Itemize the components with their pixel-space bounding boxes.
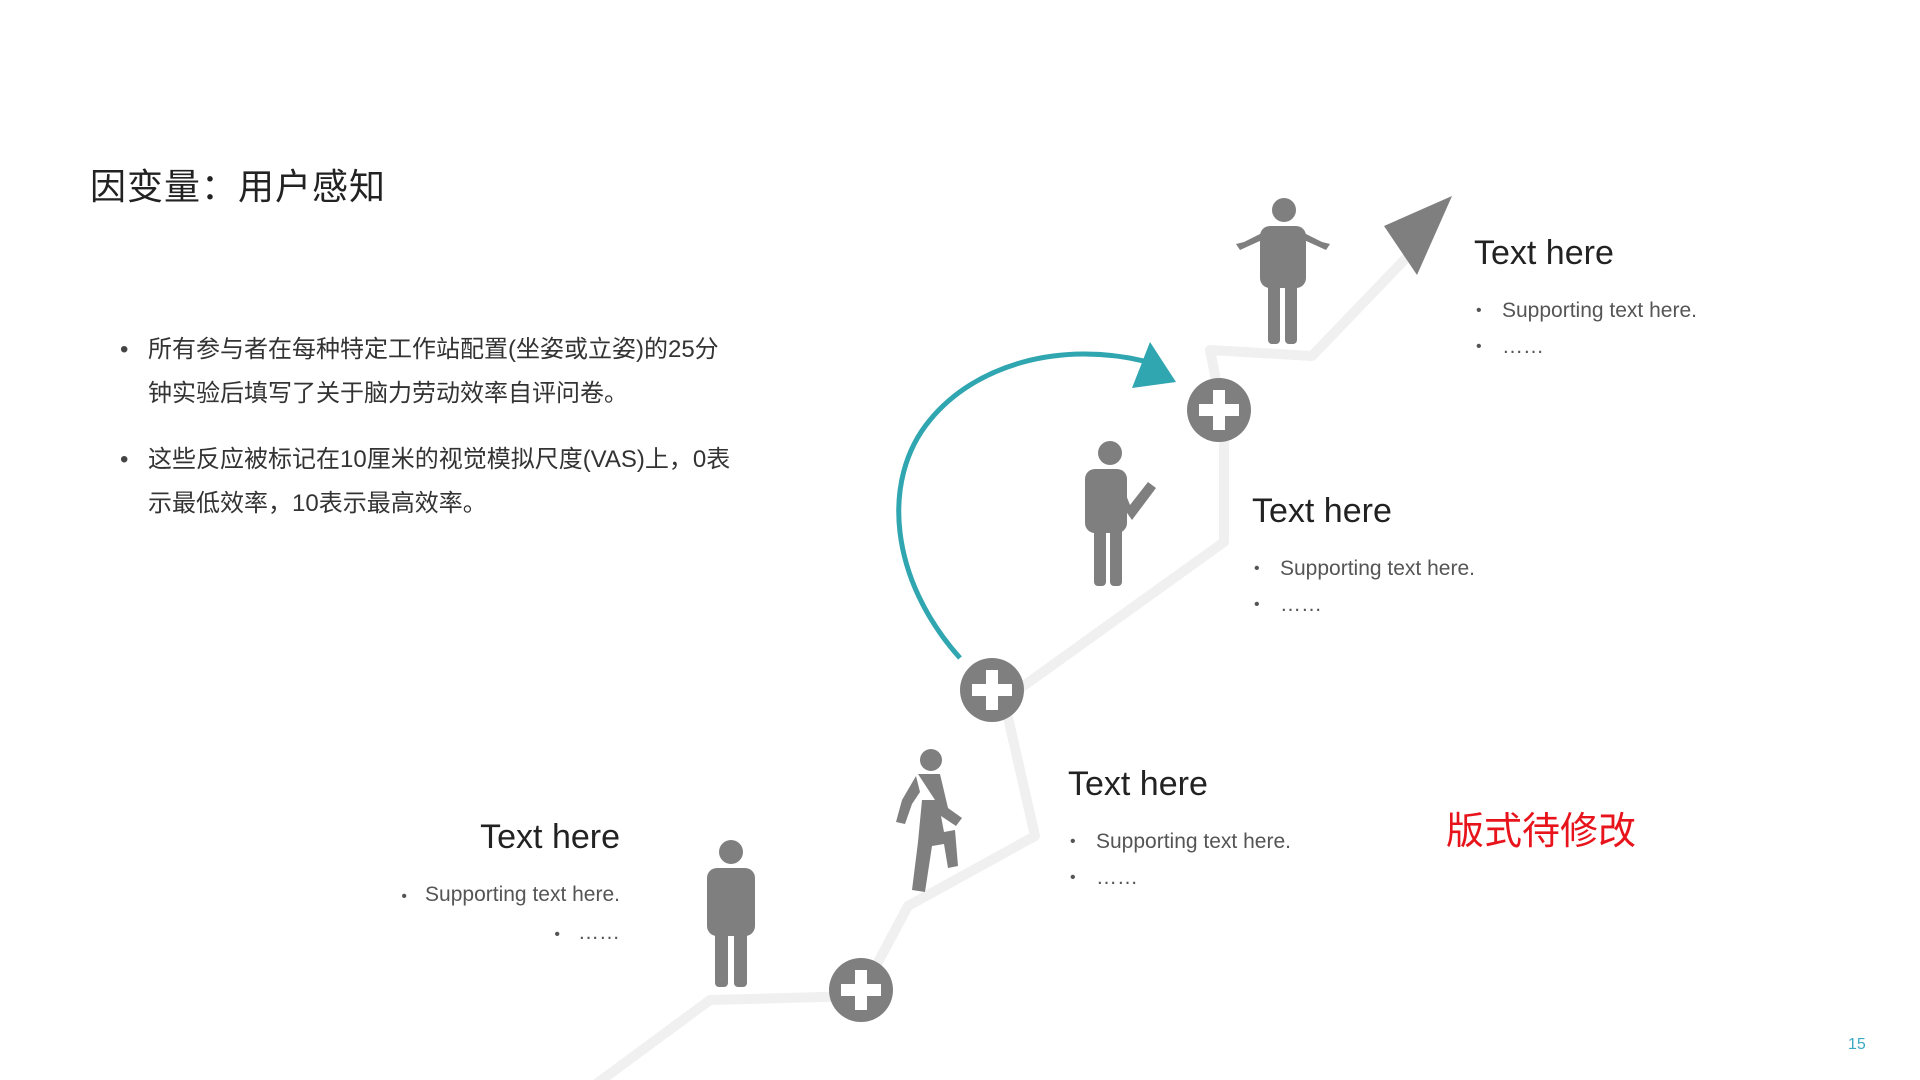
intro-bullet-list: 所有参与者在每种特定工作站配置(坐姿或立姿)的25分钟实验后填写了关于脑力劳动效… xyxy=(118,328,738,548)
plus-circle-icon xyxy=(1187,378,1251,442)
step-4-block: Text here Supporting text here. …… xyxy=(1474,234,1804,365)
page-title: 因变量：用户感知 xyxy=(90,166,387,207)
step-1-heading: Text here xyxy=(480,818,620,856)
step-4-bullet-2: …… xyxy=(1474,329,1804,365)
step-1-block: Text here • Supporting text here. •…… xyxy=(350,818,620,953)
layout-note: 版式待修改 xyxy=(1446,811,1637,853)
intro-bullet-2: 这些反应被标记在10厘米的视觉模拟尺度(VAS)上，0表示最低效率，10表示最高… xyxy=(118,438,738,526)
person-walking-icon xyxy=(896,749,962,892)
step-3-bullet-2: …… xyxy=(1252,587,1582,623)
step-4-heading: Text here xyxy=(1474,234,1614,272)
person-standing-icon xyxy=(707,840,755,987)
plus-circle-icon xyxy=(960,658,1024,722)
step-3-block: Text here Supporting text here. …… xyxy=(1252,492,1582,623)
step-2-block: Text here Supporting text here. …… xyxy=(1068,765,1398,896)
step-2-bullet-2: …… xyxy=(1068,860,1398,896)
step-3-heading: Text here xyxy=(1252,492,1392,530)
person-pointing-icon xyxy=(1085,441,1156,586)
arrow-head-icon xyxy=(1384,196,1452,275)
plus-circle-icon xyxy=(829,958,893,1022)
step-3-bullet-1: Supporting text here. xyxy=(1252,551,1582,587)
step-1-bullet-2: •…… xyxy=(554,921,620,944)
teal-arrow-head-icon xyxy=(1132,342,1176,388)
step-2-bullet-1: Supporting text here. xyxy=(1068,824,1398,860)
step-1-bullet-1: • Supporting text here. xyxy=(401,883,620,906)
step-2-heading: Text here xyxy=(1068,765,1208,803)
intro-bullet-1: 所有参与者在每种特定工作站配置(坐姿或立姿)的25分钟实验后填写了关于脑力劳动效… xyxy=(118,328,738,416)
page-number: 15 xyxy=(1848,1036,1866,1053)
step-4-bullet-1: Supporting text here. xyxy=(1474,293,1804,329)
person-shrugging-icon xyxy=(1236,198,1330,344)
